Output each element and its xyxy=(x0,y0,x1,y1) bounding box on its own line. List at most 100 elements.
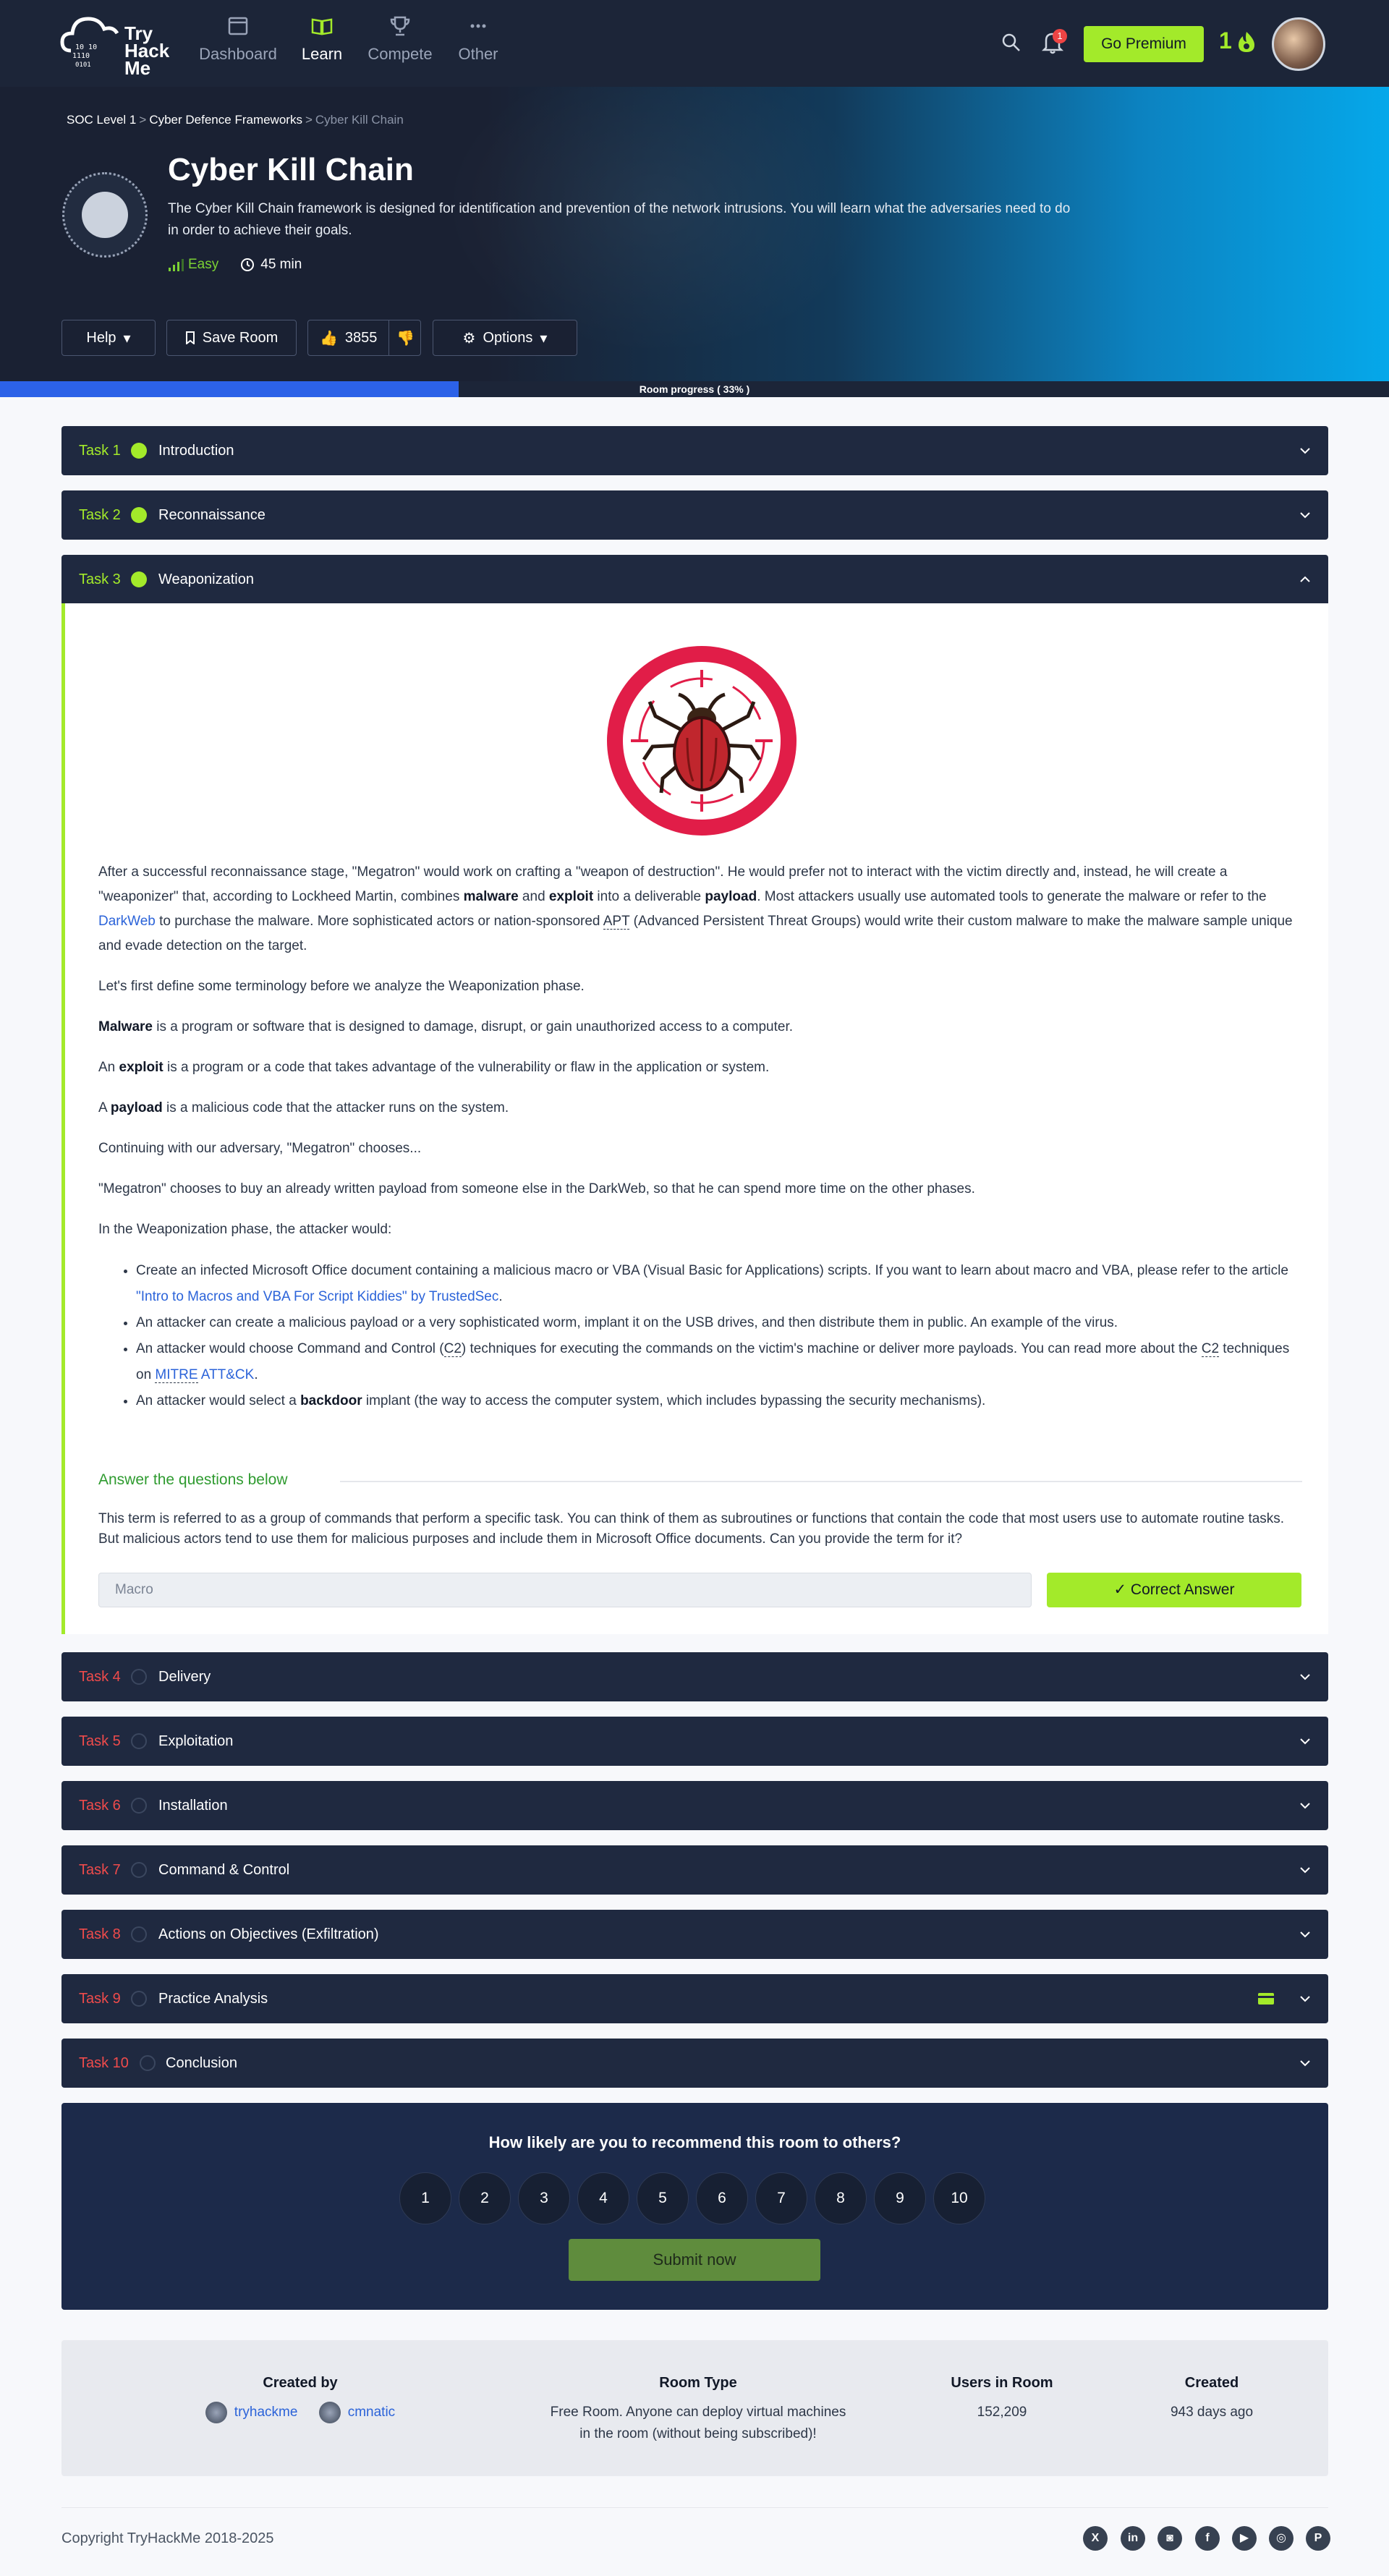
instagram-icon[interactable]: ◎ xyxy=(1269,2526,1294,2551)
empty-circle-icon xyxy=(140,2055,156,2071)
task-10-header[interactable]: Task 10 Conclusion xyxy=(61,2039,1328,2088)
rating-option-5[interactable]: 5 xyxy=(637,2172,689,2224)
empty-circle-icon xyxy=(131,1733,147,1749)
empty-circle-icon xyxy=(131,1669,147,1685)
task-2-header[interactable]: Task 2 Reconnaissance xyxy=(61,490,1328,540)
difficulty-label: Easy xyxy=(188,257,219,272)
machine-card-icon xyxy=(1258,1993,1274,2005)
thumbs-up-icon[interactable]: 👍 xyxy=(320,329,338,347)
trustedsec-article-link[interactable]: "Intro to Macros and VBA For Script Kidd… xyxy=(136,1289,498,1304)
list-item: An attacker can create a malicious paylo… xyxy=(136,1310,1299,1336)
rating-option-8[interactable]: 8 xyxy=(815,2172,867,2224)
facebook-icon[interactable]: f xyxy=(1195,2526,1220,2551)
task-9-header[interactable]: Task 9 Practice Analysis xyxy=(61,1974,1328,2023)
trophy-icon xyxy=(390,16,410,36)
rating-option-4[interactable]: 4 xyxy=(577,2172,629,2224)
breadcrumb-cyber-defence-frameworks[interactable]: Cyber Defence Frameworks xyxy=(149,113,302,127)
breadcrumb-separator: > xyxy=(139,113,147,127)
chevron-down-icon xyxy=(1300,1674,1310,1680)
task-3-header[interactable]: Task 3 Weaponization xyxy=(61,555,1328,604)
creators: tryhackme cmnatic xyxy=(170,2402,430,2431)
thumbs-down-icon[interactable]: 👎 xyxy=(396,329,415,347)
paragraph: Continuing with our adversary, "Megatron… xyxy=(98,1141,422,1156)
nav-learn-label: Learn xyxy=(301,45,343,63)
empty-circle-icon xyxy=(131,1926,147,1942)
rating-option-9[interactable]: 9 xyxy=(874,2172,926,2224)
rating-option-6[interactable]: 6 xyxy=(696,2172,748,2224)
notification-badge: 1 xyxy=(1053,29,1067,43)
creator-link[interactable]: tryhackme xyxy=(205,2402,297,2423)
rating-option-7[interactable]: 7 xyxy=(755,2172,807,2224)
answer-field[interactable]: Macro xyxy=(98,1573,1032,1607)
task-number: Task 9 xyxy=(79,1990,121,2007)
task-number: Task 6 xyxy=(79,1797,121,1814)
like-count: 3855 xyxy=(344,329,378,346)
task-5-header[interactable]: Task 5 Exploitation xyxy=(61,1717,1328,1766)
task-7-header[interactable]: Task 7 Command & Control xyxy=(61,1845,1328,1895)
discord-icon[interactable]: ◙ xyxy=(1158,2526,1182,2551)
breadcrumb-soc-level-1[interactable]: SOC Level 1 xyxy=(67,113,136,127)
x-icon[interactable]: X xyxy=(1083,2526,1108,2551)
mitre-attack-link[interactable]: MITRE ATT&CK xyxy=(155,1367,254,1383)
submit-rating-button[interactable]: Submit now xyxy=(569,2239,820,2281)
breadcrumb: SOC Level 1 > Cyber Defence Frameworks > Cyb… xyxy=(67,113,404,127)
save-room-button[interactable]: Save Room xyxy=(166,320,297,356)
check-circle-icon xyxy=(131,507,147,523)
room-progress-bar: Room progress ( 33% ) xyxy=(0,381,1389,397)
options-button[interactable]: ⚙ Options ▾ xyxy=(433,320,577,356)
task-number: Task 8 xyxy=(79,1926,121,1942)
darkweb-link[interactable]: DarkWeb xyxy=(98,914,156,929)
go-premium-button[interactable]: Go Premium xyxy=(1084,26,1204,62)
creator-link[interactable]: cmnatic xyxy=(318,2402,395,2423)
task-number: Task 2 xyxy=(79,506,121,523)
task-title: Conclusion xyxy=(166,2054,237,2071)
clock-icon xyxy=(241,258,255,271)
user-avatar[interactable] xyxy=(1272,17,1325,71)
task-1-header[interactable]: Task 1 Introduction xyxy=(61,426,1328,475)
book-icon xyxy=(311,18,333,35)
task-title: Reconnaissance xyxy=(158,506,266,523)
users-in-room-label: Users in Room xyxy=(951,2375,1053,2391)
task-title: Introduction xyxy=(158,442,234,459)
nav-dashboard[interactable]: Dashboard xyxy=(191,14,285,64)
task-4-header[interactable]: Task 4 Delivery xyxy=(61,1652,1328,1701)
paragraph: Malware is a program or software that is… xyxy=(98,1019,794,1034)
rating-option-10[interactable]: 10 xyxy=(933,2172,985,2224)
task-title: Weaponization xyxy=(158,571,254,587)
check-circle-icon xyxy=(131,571,147,587)
pinterest-icon[interactable]: P xyxy=(1306,2526,1330,2551)
flame-icon[interactable] xyxy=(1236,30,1257,54)
task-number: Task 7 xyxy=(79,1861,121,1878)
linkedin-icon[interactable]: in xyxy=(1121,2526,1145,2551)
help-button[interactable]: Help ▾ xyxy=(61,320,156,356)
rating-option-1[interactable]: 1 xyxy=(399,2172,451,2224)
users-in-room-value: 152,209 xyxy=(977,2405,1027,2420)
youtube-icon[interactable]: ▶ xyxy=(1232,2526,1257,2551)
created-label: Created xyxy=(1184,2375,1239,2391)
creator-avatar xyxy=(205,2402,227,2423)
nav-other[interactable]: Other xyxy=(431,14,525,64)
room-type-line-2: in the room (without being subscribed)! xyxy=(579,2426,817,2441)
task-8-header[interactable]: Task 8 Actions on Objectives (Exfiltrati… xyxy=(61,1910,1328,1959)
more-icon xyxy=(470,24,486,28)
chevron-down-icon xyxy=(1300,512,1310,519)
gear-icon: ⚙ xyxy=(462,330,476,347)
search-icon[interactable] xyxy=(1001,32,1022,54)
task-number: Task 1 xyxy=(79,442,121,459)
rating-question: How likely are you to recommend this roo… xyxy=(488,2133,901,2151)
empty-circle-icon xyxy=(131,1991,147,2007)
task-number: Task 10 xyxy=(79,2054,129,2071)
paragraph: After a successful reconnaissance stage,… xyxy=(98,864,1293,953)
paragraph: A payload is a malicious code that the a… xyxy=(98,1100,509,1115)
task-number: Task 4 xyxy=(79,1668,121,1685)
room-type-column: Room Type Free Room. Anyone can deploy v… xyxy=(510,2375,886,2445)
weaponization-list: Create an infected Microsoft Office docu… xyxy=(136,1258,1299,1414)
room-type-label: Room Type xyxy=(659,2375,737,2391)
correct-answer-button[interactable]: ✓ Correct Answer xyxy=(1047,1573,1301,1607)
rating-option-3[interactable]: 3 xyxy=(518,2172,570,2224)
c2-abbreviation: C2 xyxy=(443,1341,462,1357)
created-value: 943 days ago xyxy=(1170,2405,1254,2420)
rating-option-2[interactable]: 2 xyxy=(459,2172,511,2224)
dashboard-icon xyxy=(228,17,248,35)
task-6-header[interactable]: Task 6 Installation xyxy=(61,1781,1328,1830)
